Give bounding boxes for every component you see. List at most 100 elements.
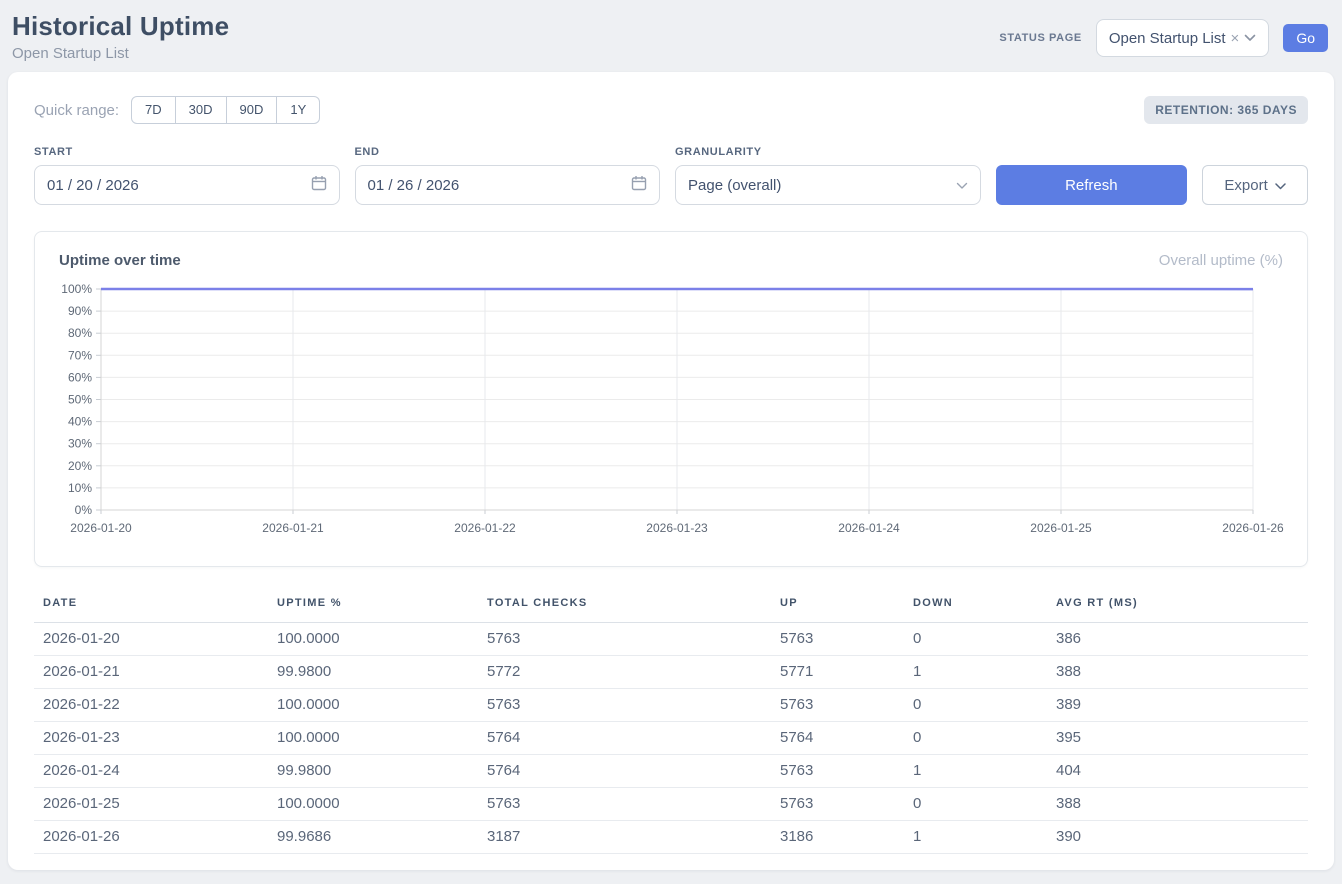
granularity-select[interactable]: Page (overall) — [675, 165, 981, 205]
export-button[interactable]: Export — [1202, 165, 1308, 205]
table-cell: 390 — [1056, 821, 1308, 854]
table-cell: 1 — [913, 656, 1056, 689]
start-field: START 01 / 20 / 2026 — [34, 146, 340, 205]
title-block: Historical Uptime Open Startup List — [12, 11, 229, 62]
table-row: 2026-01-2699.9686318731861390 — [34, 821, 1308, 854]
quick-range-1y-button[interactable]: 1Y — [277, 96, 320, 124]
svg-text:2026-01-20: 2026-01-20 — [70, 521, 132, 535]
end-label: END — [355, 146, 661, 158]
table-cell: 100.0000 — [277, 788, 487, 821]
status-page-value: Open Startup List — [1109, 30, 1226, 47]
table-cell: 99.9686 — [277, 821, 487, 854]
table-cell: 5763 — [780, 623, 913, 656]
table-cell: 5763 — [780, 788, 913, 821]
table-cell: 3187 — [487, 821, 780, 854]
svg-text:80%: 80% — [68, 326, 92, 340]
start-label: START — [34, 146, 340, 158]
table-body: 2026-01-20100.00005763576303862026-01-21… — [34, 623, 1308, 854]
table-cell: 5763 — [780, 689, 913, 722]
table-cell: 388 — [1056, 656, 1308, 689]
table-cell: 2026-01-25 — [34, 788, 277, 821]
go-button[interactable]: Go — [1283, 24, 1328, 52]
chart-legend: Overall uptime (%) — [1159, 252, 1283, 269]
table-cell: 389 — [1056, 689, 1308, 722]
quick-range-90d-button[interactable]: 90D — [227, 96, 278, 124]
svg-text:40%: 40% — [68, 415, 92, 429]
table-cell: 2026-01-20 — [34, 623, 277, 656]
chart-header: Uptime over time Overall uptime (%) — [59, 252, 1283, 269]
table-row: 2026-01-25100.0000576357630388 — [34, 788, 1308, 821]
start-date-input[interactable]: 01 / 20 / 2026 — [34, 165, 340, 205]
table-cell: 100.0000 — [277, 623, 487, 656]
table-cell: 404 — [1056, 755, 1308, 788]
column-header: UPTIME % — [277, 593, 487, 623]
table-cell: 5764 — [780, 722, 913, 755]
quick-range-7d-button[interactable]: 7D — [131, 96, 176, 124]
clear-icon[interactable]: × — [1231, 31, 1240, 46]
page-subtitle: Open Startup List — [12, 45, 229, 62]
header-right: STATUS PAGE Open Startup List × Go — [999, 19, 1328, 57]
table-row: 2026-01-20100.0000576357630386 — [34, 623, 1308, 656]
table-cell: 1 — [913, 755, 1056, 788]
svg-text:60%: 60% — [68, 370, 92, 384]
quick-range-row: Quick range: 7D 30D 90D 1Y RETENTION: 36… — [34, 96, 1308, 124]
column-header: AVG RT (MS) — [1056, 593, 1308, 623]
svg-text:0%: 0% — [75, 503, 93, 517]
table-cell: 2026-01-26 — [34, 821, 277, 854]
table-cell: 5763 — [780, 755, 913, 788]
refresh-button[interactable]: Refresh — [996, 165, 1188, 205]
end-field: END 01 / 26 / 2026 — [355, 146, 661, 205]
column-header: DATE — [34, 593, 277, 623]
svg-text:2026-01-26: 2026-01-26 — [1222, 521, 1284, 535]
svg-text:50%: 50% — [68, 393, 92, 407]
table-cell: 5771 — [780, 656, 913, 689]
calendar-icon[interactable] — [631, 175, 647, 195]
main-card: Quick range: 7D 30D 90D 1Y RETENTION: 36… — [8, 72, 1334, 870]
page-title: Historical Uptime — [12, 11, 229, 42]
calendar-icon[interactable] — [311, 175, 327, 195]
table-cell: 5763 — [487, 689, 780, 722]
table-cell: 100.0000 — [277, 722, 487, 755]
table-cell: 386 — [1056, 623, 1308, 656]
table-cell: 1 — [913, 821, 1056, 854]
end-date-value: 01 / 26 / 2026 — [368, 177, 460, 194]
table-cell: 5764 — [487, 722, 780, 755]
top-header: Historical Uptime Open Startup List STAT… — [0, 0, 1342, 72]
table-cell: 100.0000 — [277, 689, 487, 722]
svg-text:30%: 30% — [68, 437, 92, 451]
table-head-row: DATEUPTIME %TOTAL CHECKSUPDOWNAVG RT (MS… — [34, 593, 1308, 623]
quick-range-30d-button[interactable]: 30D — [176, 96, 227, 124]
column-header: TOTAL CHECKS — [487, 593, 780, 623]
table-cell: 2026-01-22 — [34, 689, 277, 722]
granularity-label: GRANULARITY — [675, 146, 981, 158]
table-row: 2026-01-23100.0000576457640395 — [34, 722, 1308, 755]
table-cell: 0 — [913, 689, 1056, 722]
table-cell: 388 — [1056, 788, 1308, 821]
svg-text:70%: 70% — [68, 348, 92, 362]
svg-text:90%: 90% — [68, 304, 92, 318]
table-cell: 395 — [1056, 722, 1308, 755]
svg-text:2026-01-24: 2026-01-24 — [838, 521, 900, 535]
retention-badge: RETENTION: 365 DAYS — [1144, 96, 1308, 124]
start-date-value: 01 / 20 / 2026 — [47, 177, 139, 194]
export-label: Export — [1224, 177, 1267, 194]
table-row: 2026-01-2199.9800577257711388 — [34, 656, 1308, 689]
quick-range-group: 7D 30D 90D 1Y — [131, 96, 320, 124]
end-date-input[interactable]: 01 / 26 / 2026 — [355, 165, 661, 205]
chevron-down-icon — [1244, 29, 1256, 47]
table-cell: 2026-01-24 — [34, 755, 277, 788]
status-page-select[interactable]: Open Startup List × — [1096, 19, 1270, 57]
svg-text:10%: 10% — [68, 481, 92, 495]
quick-range-label: Quick range: — [34, 102, 119, 119]
svg-text:100%: 100% — [61, 282, 92, 296]
table-cell: 5763 — [487, 788, 780, 821]
status-page-label: STATUS PAGE — [999, 32, 1081, 44]
uptime-chart-svg: 0% 10% 20% 30% 40% 50% 60% 70% 80% 90% 100% 2026-01… — [59, 277, 1283, 539]
svg-text:20%: 20% — [68, 459, 92, 473]
table-cell: 2026-01-21 — [34, 656, 277, 689]
granularity-field: GRANULARITY Page (overall) — [675, 146, 981, 205]
granularity-value: Page (overall) — [688, 177, 781, 194]
svg-text:2026-01-22: 2026-01-22 — [454, 521, 516, 535]
fields-row: START 01 / 20 / 2026 END 01 / 26 / 2026 … — [34, 146, 1308, 205]
table-cell: 99.9800 — [277, 656, 487, 689]
